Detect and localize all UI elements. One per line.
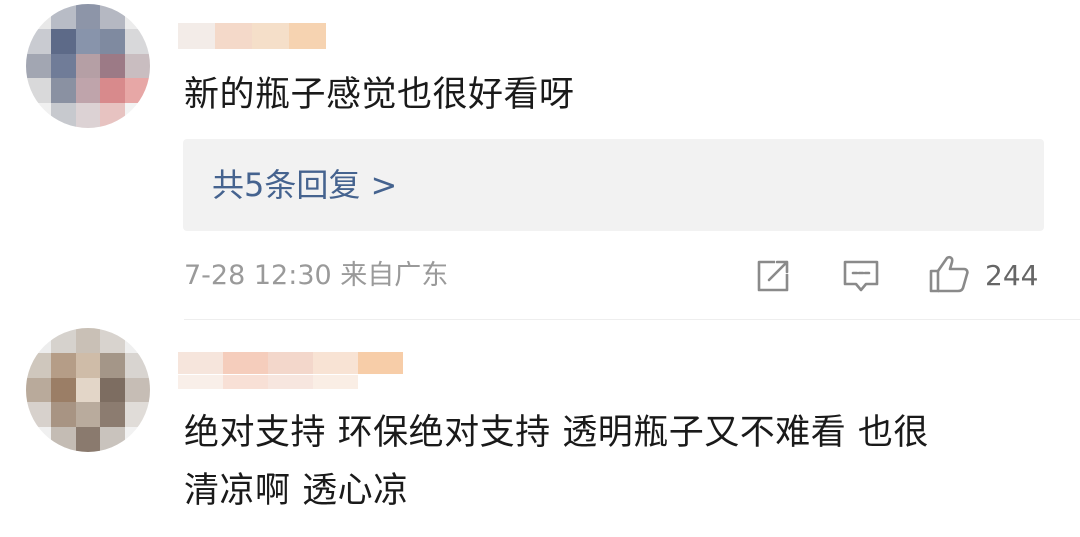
avatar-pixel [26,427,51,452]
avatar-pixel [125,402,150,428]
name-pixel [223,352,268,374]
avatar[interactable] [26,4,150,128]
avatar-pixel [50,78,76,104]
avatar-pixel [100,4,126,29]
name-pixel [215,23,252,49]
avatar-pixel [50,402,76,428]
avatar-pixel [75,53,101,79]
avatar-pixel [26,53,51,79]
comment-text-line: 清凉啊 透心凉 [184,471,409,511]
comment-timestamp: 7-28 12:30 [184,260,332,291]
avatar-pixel [125,427,150,452]
name-pixel [268,375,313,389]
comment-text: 新的瓶子感觉也很好看呀 [184,75,575,115]
name-pixel [313,375,358,389]
avatar-pixel [26,402,51,428]
avatar-pixel [50,352,76,378]
name-pixel [268,352,313,374]
avatar-pixel [50,4,76,29]
name-pixel [313,352,358,374]
avatar-pixel [75,377,101,403]
username-blurred[interactable] [178,352,403,374]
avatar-pixel [100,352,126,378]
avatar-pixel [50,103,76,128]
avatar-pixel [125,103,150,128]
avatar-pixel [100,402,126,428]
avatar[interactable] [26,328,150,452]
comment-meta: 7-28 12:30 来自广东 [184,252,448,300]
share-icon[interactable] [755,258,791,294]
avatar-pixel [75,328,101,353]
avatar-pixel [100,28,126,54]
avatar-pixel [75,103,101,128]
thumbs-up-icon[interactable] [928,254,970,294]
view-replies-button[interactable]: 共5条回复 > [183,139,1044,231]
avatar-pixel [26,103,51,128]
avatar-pixel [75,78,101,104]
name-pixel [289,23,326,49]
name-pixel [178,375,223,389]
avatar-pixel [50,377,76,403]
avatar-pixel [125,4,150,29]
username-blurred[interactable] [178,23,326,49]
name-pixel [223,375,268,389]
avatar-pixel [26,352,51,378]
avatar-pixel [75,4,101,29]
avatar-pixel [75,402,101,428]
avatar-pixel [75,427,101,452]
name-pixel [178,23,215,49]
avatar-pixel [125,53,150,79]
avatar-pixel [100,103,126,128]
avatar-pixel [26,78,51,104]
avatar-pixel [26,28,51,54]
avatar-pixel [26,377,51,403]
avatar-pixel [50,328,76,353]
avatar-pixel [26,4,51,29]
name-pixel [358,352,403,374]
name-pixel [178,352,223,374]
avatar-pixel [125,352,150,378]
avatar-pixel [125,78,150,104]
avatar-pixel [100,377,126,403]
comment-icon[interactable] [842,258,880,294]
avatar-pixel [100,328,126,353]
avatar-pixel [100,427,126,452]
comment-location: 来自广东 [340,260,449,291]
avatar-pixel [100,78,126,104]
avatar-pixel [125,377,150,403]
comment-text-line: 绝对支持 环保绝对支持 透明瓶子又不难看 也很 [184,413,929,453]
avatar-pixel [125,328,150,353]
avatar-pixel [50,427,76,452]
replies-count-label: 共5条回复 > [212,166,398,204]
name-pixel [252,23,289,49]
comment-divider [184,319,1080,320]
username-blurred-shadow [178,375,358,389]
avatar-pixel [26,328,51,353]
avatar-pixel [50,53,76,79]
avatar-pixel [125,28,150,54]
avatar-pixel [50,28,76,54]
avatar-pixel [100,53,126,79]
like-count: 244 [985,259,1039,292]
avatar-pixel [75,352,101,378]
avatar-pixel [75,28,101,54]
